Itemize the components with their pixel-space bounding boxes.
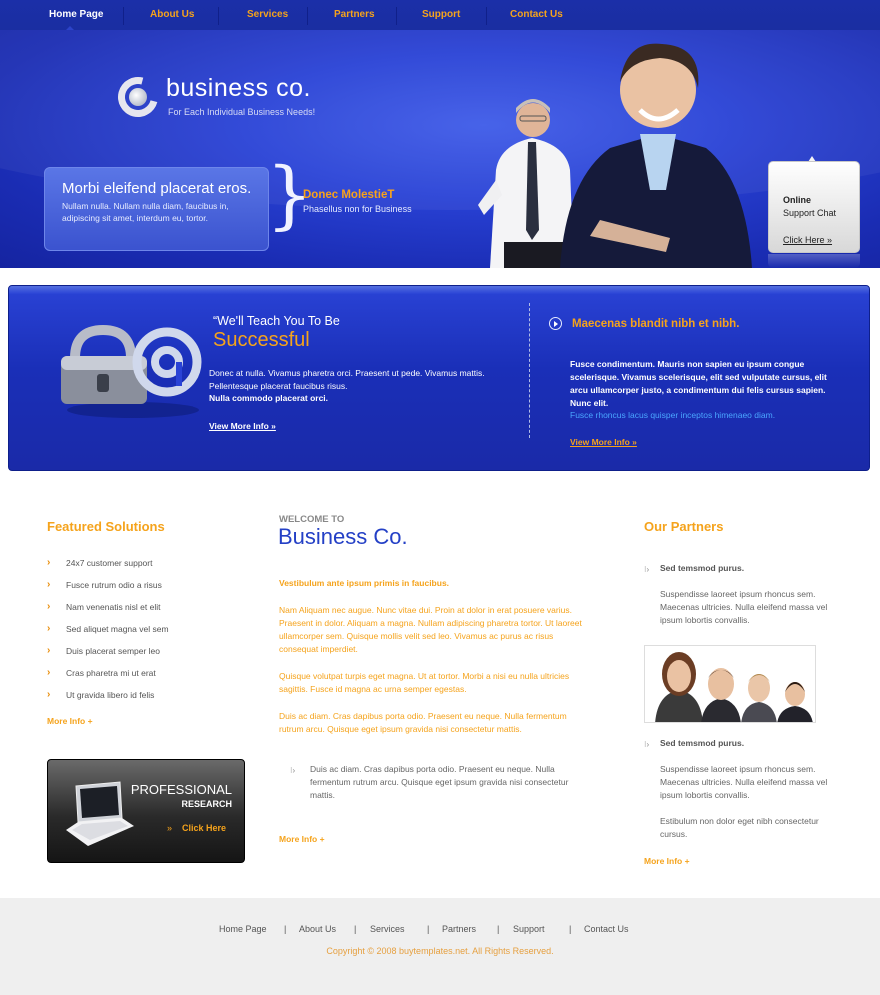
maecenas-title: Maecenas blandit nibh et nibh. (572, 318, 740, 330)
footer-link-about-us[interactable]: About Us (299, 924, 336, 934)
copyright-text: Copyright © 2008 buytemplates.net. All R… (326, 946, 554, 956)
list-item[interactable]: › Nam venenatis nisl et elit (47, 600, 169, 622)
our-partners-heading: Our Partners (644, 519, 724, 534)
chevron-right-icon: › (47, 667, 51, 678)
online-support-chat-widget[interactable]: Online Support Chat Click Here » (768, 161, 860, 253)
chat-support-label: Support Chat (783, 208, 837, 218)
logo-title[interactable]: business co. (166, 74, 311, 103)
footer: Home Page | About Us | Services | Partne… (0, 898, 880, 995)
bullet-arrow-icon: ⁝› (290, 766, 296, 775)
featured-solutions-list: › 24x7 customer support › Fusce rutrum odi… (47, 556, 169, 710)
list-item[interactable]: › Duis placerat semper leo (47, 644, 169, 666)
center-lead: Vestibulum ante ipsum primis in faucibus… (279, 578, 450, 588)
nav-partners[interactable]: Partners (334, 0, 375, 30)
teach-headline: Successful (213, 329, 310, 351)
footer-link-partners[interactable]: Partners (442, 924, 476, 934)
intro-box-body: Nullam nulla. Nullam nulla diam, faucibu… (62, 201, 229, 223)
nav-divider (486, 7, 487, 25)
page-title: Business Co. (278, 524, 408, 549)
promo-professional-label: PROFESSIONAL (130, 782, 232, 797)
list-item[interactable]: › Fusce rutrum odio a risus (47, 578, 169, 600)
professional-research-promo[interactable]: PROFESSIONAL RESEARCH » Click Here (47, 759, 245, 863)
partners-more-info-link[interactable]: More Info + (644, 856, 690, 866)
partner-text-2: Suspendisse laoreet ipsum rhoncus sem. M… (660, 764, 828, 800)
intro-box: Morbi eleifend placerat eros. Nullam nul… (44, 167, 269, 251)
view-more-info-link[interactable]: View More Info » (209, 421, 276, 431)
footer-separator: | (569, 924, 572, 934)
logo-dot-icon (129, 88, 147, 106)
nav-support[interactable]: Support (422, 0, 460, 30)
partner-heading-1: Sed temsmod purus. (660, 563, 745, 573)
business-people-image (478, 43, 752, 268)
footer-separator: | (427, 924, 430, 934)
footer-links: Home Page | About Us | Services | Partne… (0, 924, 880, 938)
featured-more-info-link[interactable]: More Info + (47, 716, 93, 726)
center-quote: Duis ac diam. Cras dapibus porta odio. P… (310, 764, 569, 800)
logo-tagline: For Each Individual Business Needs! (168, 107, 316, 117)
nav-about-us[interactable]: About Us (150, 0, 194, 30)
center-more-info-link[interactable]: More Info + (279, 834, 325, 844)
center-paragraph-1: Nam Aliquam nec augue. Nunc vitae dui. P… (279, 605, 582, 654)
dashed-divider (529, 303, 530, 438)
partner-text-3: Estibulum non dolor eget nibh consectetu… (660, 816, 819, 839)
play-arrow-icon (549, 317, 562, 330)
promo-click-here-link[interactable]: Click Here (182, 823, 226, 833)
maecenas-blue-line: Fusce rhoncus lacus quisper inceptos him… (570, 410, 776, 420)
chevron-right-icon: › (47, 557, 51, 568)
center-paragraph-3: Duis ac diam. Cras dapibus porta odio. P… (279, 711, 567, 734)
teach-body: Donec at nulla. Vivamus pharetra orci. P… (209, 368, 485, 391)
featured-solutions-heading: Featured Solutions (47, 519, 165, 534)
double-chevron-icon: » (167, 823, 173, 833)
list-item[interactable]: › Cras pharetra mi ut erat (47, 666, 169, 688)
donec-subtitle: Phasellus non for Business (303, 204, 412, 214)
list-item[interactable]: › 24x7 customer support (47, 556, 169, 578)
list-item[interactable]: › Sed aliquet magna vel sem (47, 622, 169, 644)
nav-contact-us[interactable]: Contact Us (510, 0, 563, 30)
footer-separator: | (354, 924, 357, 934)
footer-separator: | (497, 924, 500, 934)
chevron-right-icon: › (47, 601, 51, 612)
chat-click-here-link[interactable]: Click Here » (783, 235, 832, 245)
padlock-at-sign-icon (61, 324, 202, 418)
footer-separator: | (284, 924, 287, 934)
footer-link-home-page[interactable]: Home Page (219, 924, 267, 934)
nav-services[interactable]: Services (247, 0, 288, 30)
hero-header: business co. For Each Individual Busines… (0, 30, 880, 268)
chevron-right-icon: › (47, 689, 51, 700)
center-paragraph-2: Quisque volutpat turpis eget magna. Ut a… (279, 671, 570, 694)
nav-divider (123, 7, 124, 25)
maecenas-body: Fusce condimentum. Mauris non sapien eu … (570, 359, 827, 408)
list-item[interactable]: › Ut gravida libero id felis (47, 688, 169, 710)
partner-text-1: Suspendisse laoreet ipsum rhoncus sem. M… (660, 589, 828, 625)
footer-link-contact-us[interactable]: Contact Us (584, 924, 629, 934)
feature-banner: “We'll Teach You To Be Successful Donec … (8, 285, 870, 471)
view-more-info-link-2[interactable]: View More Info » (570, 437, 637, 447)
bullet-arrow-icon: ⁝› (644, 565, 650, 574)
donec-title: Donec MolestieT (303, 189, 395, 201)
chevron-right-icon: › (47, 623, 51, 634)
intro-box-title: Morbi eleifend placerat eros. (62, 180, 252, 197)
chevron-right-icon: › (47, 579, 51, 590)
footer-link-support[interactable]: Support (513, 924, 545, 934)
footer-link-services[interactable]: Services (370, 924, 405, 934)
chevron-right-icon: › (47, 645, 51, 656)
nav-divider (307, 7, 308, 25)
chat-online-label: Online (783, 195, 812, 205)
teach-quote: “We'll Teach You To Be (213, 314, 340, 328)
nav-divider (396, 7, 397, 25)
partners-team-photo (644, 645, 816, 723)
top-navigation: Home Page About Us Services Partners Sup… (0, 0, 880, 31)
nav-divider (218, 7, 219, 25)
promo-research-label: RESEARCH (181, 799, 232, 809)
bullet-arrow-icon: ⁝› (644, 740, 650, 749)
partner-heading-2: Sed temsmod purus. (660, 738, 745, 748)
teach-bold-line: Nulla commodo placerat orci. (209, 393, 329, 403)
nav-home-page[interactable]: Home Page (49, 0, 103, 30)
